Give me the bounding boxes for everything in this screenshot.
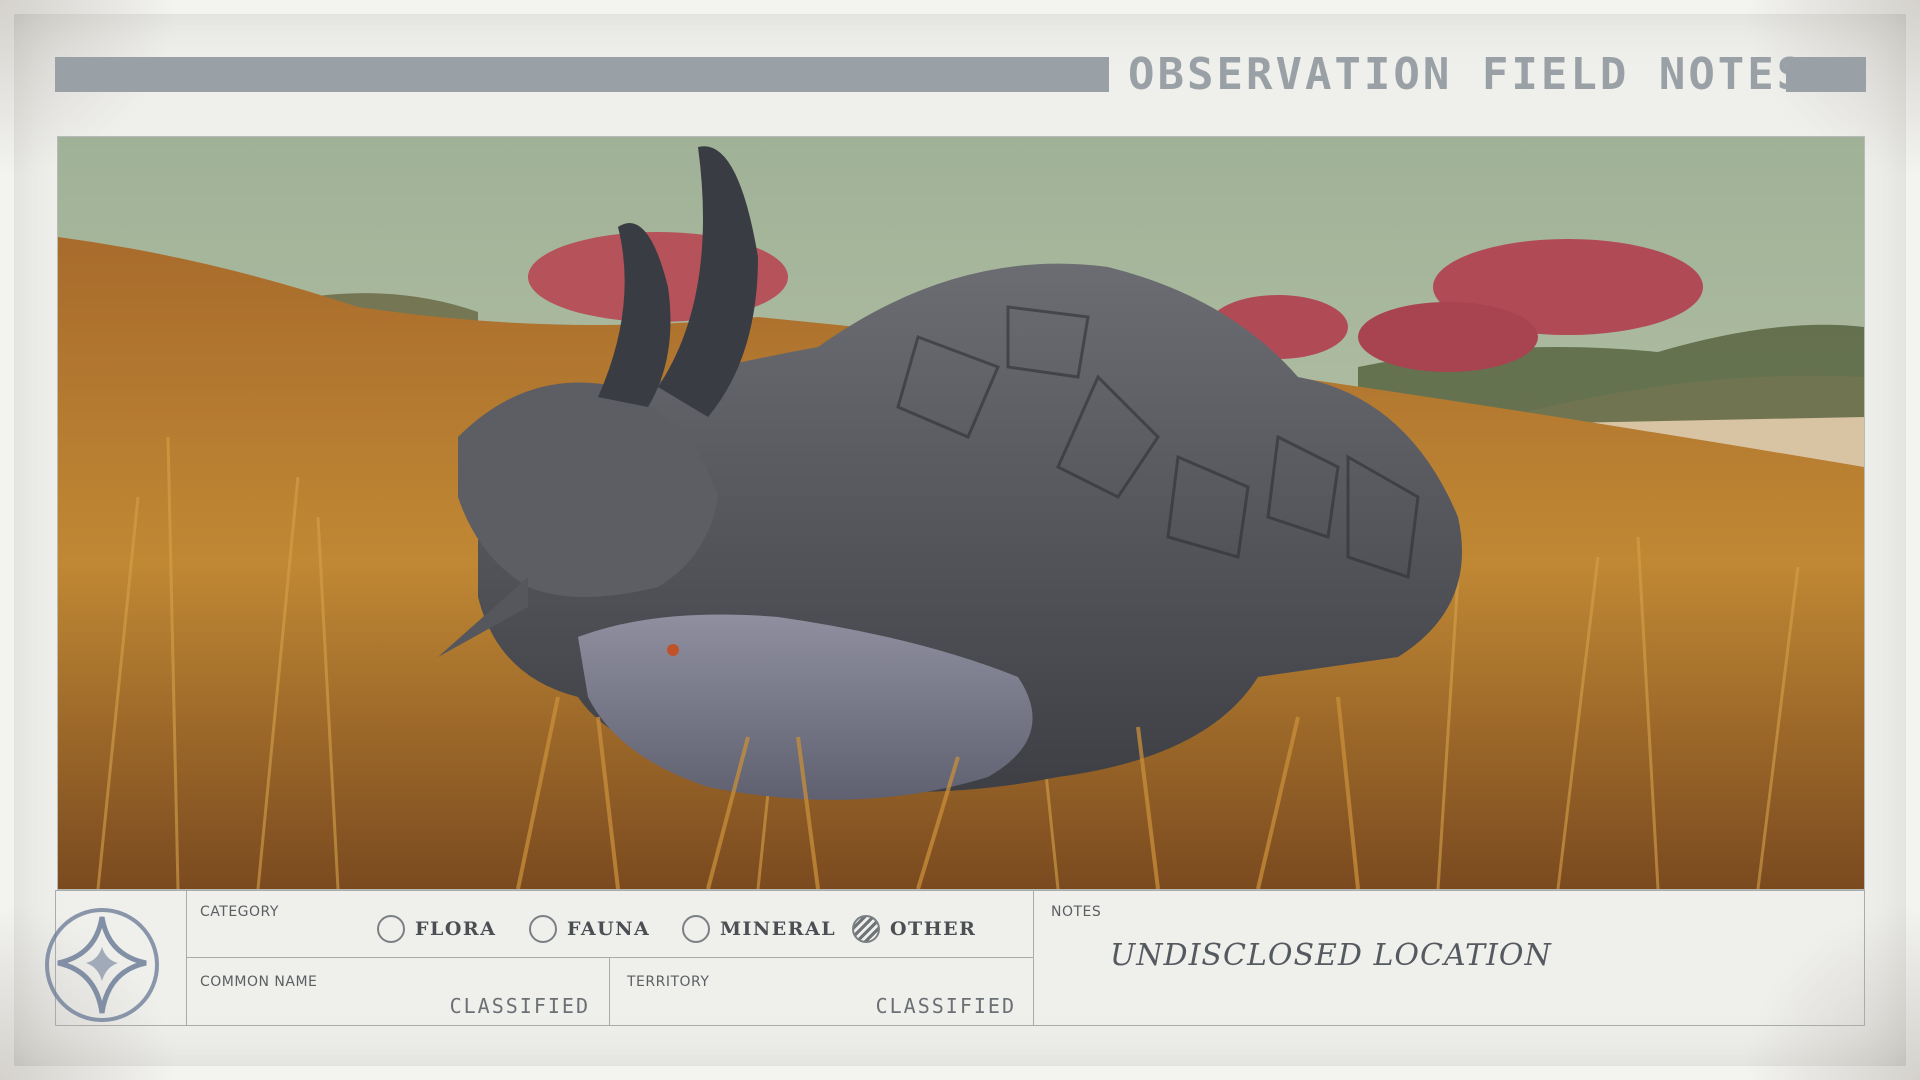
flora-label: FLORA	[415, 918, 497, 940]
territory-label: TERRITORY	[627, 974, 710, 990]
header-bar-left	[55, 57, 1109, 92]
other-radio[interactable]	[852, 915, 880, 943]
divider-emblem	[186, 890, 187, 1026]
notes-handwritten-text: UNDISCLOSED LOCATION	[1110, 938, 1552, 973]
divider-territory	[609, 957, 610, 1026]
header-bar-right	[1786, 57, 1866, 92]
other-label: OTHER	[890, 918, 977, 940]
category-option-fauna[interactable]: FAUNA	[529, 912, 650, 946]
fauna-radio[interactable]	[529, 915, 557, 943]
mineral-radio[interactable]	[682, 915, 710, 943]
territory-value: CLASSIFIED	[875, 994, 1016, 1018]
fauna-label: FAUNA	[567, 918, 651, 940]
category-option-other[interactable]: OTHER	[852, 912, 976, 946]
notes-label: NOTES	[1051, 904, 1102, 920]
constellation-emblem-icon	[45, 908, 159, 1022]
creature-scene	[58, 137, 1864, 889]
observation-photo	[57, 136, 1865, 890]
category-label: CATEGORY	[200, 904, 279, 920]
flora-radio[interactable]	[377, 915, 405, 943]
common-name-value: CLASSIFIED	[449, 994, 590, 1018]
divider-notes	[1033, 890, 1034, 1026]
category-option-flora[interactable]: FLORA	[377, 912, 496, 946]
category-option-mineral[interactable]: MINERAL	[682, 912, 836, 946]
common-name-label: COMMON NAME	[200, 974, 318, 990]
pink-tree-small	[1358, 302, 1538, 372]
creature-eye	[667, 644, 679, 656]
mineral-label: MINERAL	[720, 918, 837, 940]
page-title: OBSERVATION FIELD NOTES	[1128, 49, 1807, 100]
